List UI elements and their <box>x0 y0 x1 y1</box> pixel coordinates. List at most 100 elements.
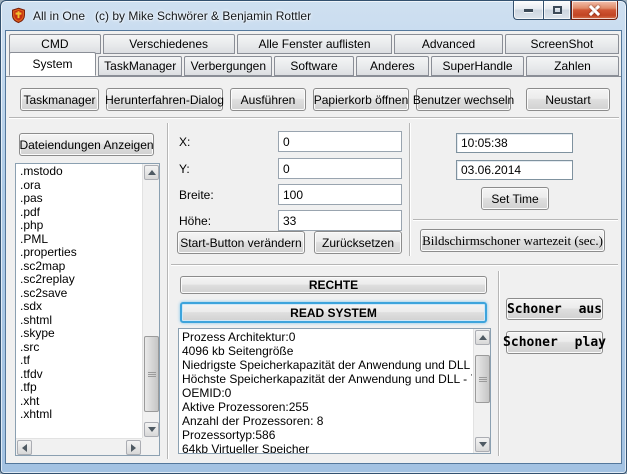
tab-system[interactable]: System <box>9 52 96 76</box>
output-vertical-scrollbar[interactable] <box>473 329 490 453</box>
change-start-button[interactable]: Start-Button verändern <box>177 231 305 254</box>
close-icon <box>589 5 600 16</box>
divider-right-column <box>498 271 499 456</box>
scroll-left-button[interactable] <box>17 440 32 455</box>
vertical-scrollbar[interactable] <box>142 164 159 438</box>
divider-time-panel <box>413 219 618 220</box>
rights-button[interactable]: RECHTE <box>180 276 487 294</box>
scroll-down-icon <box>479 442 487 451</box>
height-label: Höhe: <box>179 214 211 228</box>
output-scroll-up-button[interactable] <box>475 330 490 345</box>
output-line: Aktive Prozessoren:255 <box>182 400 472 414</box>
reset-button[interactable]: Zurücksetzen <box>314 231 402 254</box>
show-extensions-button[interactable]: Dateiendungen Anzeigen <box>19 133 154 156</box>
list-item[interactable]: .properties <box>20 246 142 260</box>
maximize-icon <box>553 6 562 14</box>
switch-user-button[interactable]: Benutzer wechseln <box>416 88 511 111</box>
scroll-up-button[interactable] <box>144 165 159 180</box>
list-item[interactable]: .ora <box>20 179 142 193</box>
list-item[interactable]: .mstodo <box>20 165 142 179</box>
x-label: X: <box>179 135 190 149</box>
restart-button[interactable]: Neustart <box>526 88 610 111</box>
output-line: Prozessortyp:586 <box>182 428 472 442</box>
list-item[interactable]: .PML <box>20 233 142 247</box>
minimize-button[interactable] <box>513 1 543 20</box>
tab-cmd[interactable]: CMD <box>9 34 101 54</box>
scroll-up-icon <box>479 331 487 340</box>
system-output[interactable]: Prozess Architektur:0 4096 kb Seitengröß… <box>178 328 491 454</box>
tab-taskmanager[interactable]: TaskManager <box>98 56 182 76</box>
list-item[interactable]: .tf <box>20 354 142 368</box>
tab-alle-fenster-auflisten[interactable]: Alle Fenster auflisten <box>237 34 393 54</box>
list-item[interactable]: .tfdv <box>20 368 142 382</box>
list-item[interactable]: .php <box>20 219 142 233</box>
output-line: Höchste Speicherkapazität der Anwendung … <box>182 372 472 386</box>
divider-left-column <box>167 123 168 459</box>
list-item[interactable]: .sc2save <box>20 287 142 301</box>
list-item[interactable]: .src <box>20 341 142 355</box>
list-item[interactable]: .pas <box>20 192 142 206</box>
maximize-button[interactable] <box>543 1 571 20</box>
width-label: Breite: <box>179 188 214 202</box>
close-button[interactable] <box>571 1 618 20</box>
output-line: Prozess Architektur:0 <box>182 330 472 344</box>
tab-software[interactable]: Software <box>274 56 353 76</box>
tab-strip-row2: System TaskManager Verbergungen Software… <box>9 56 619 76</box>
output-line: 4096 kb Seitengröße <box>182 344 472 358</box>
width-input[interactable] <box>278 184 402 205</box>
list-item[interactable]: .pdf <box>20 206 142 220</box>
screensaver-off-button[interactable]: Schoner aus <box>506 298 603 320</box>
window-title: All in One (c) by Mike Schwörer & Benjam… <box>33 9 311 23</box>
scroll-right-button[interactable] <box>126 440 141 455</box>
horizontal-scrollbar[interactable] <box>16 438 142 455</box>
screensaver-wait-button[interactable]: Bildschirmschoner wartezeit (sec.) <box>420 229 605 252</box>
divider-lower <box>171 264 618 265</box>
list-item[interactable]: .sdx <box>20 300 142 314</box>
divider-middle-column <box>409 123 410 256</box>
list-item[interactable]: .sc2replay <box>20 273 142 287</box>
shutdown-dialog-button[interactable]: Herunterfahren-Dialog <box>106 88 223 111</box>
output-scroll-down-button[interactable] <box>475 437 490 452</box>
height-input[interactable] <box>278 210 402 231</box>
extensions-listbox[interactable]: .mstodo .ora .pas .pdf .php .PML .proper… <box>15 163 160 456</box>
x-input[interactable] <box>278 131 402 152</box>
list-item[interactable]: .skype <box>20 327 142 341</box>
list-item[interactable]: .shtml <box>20 314 142 328</box>
run-button[interactable]: Ausführen <box>230 88 306 111</box>
scroll-left-icon <box>18 444 27 452</box>
thumb-grip-icon <box>148 372 156 377</box>
taskmanager-button[interactable]: Taskmanager <box>20 88 99 111</box>
screensaver-play-button[interactable]: Schoner play <box>506 331 603 354</box>
output-scrollbar-thumb[interactable] <box>475 355 490 403</box>
tab-page-border <box>6 76 621 77</box>
scrollbar-thumb[interactable] <box>144 336 159 412</box>
toolbar: Taskmanager Herunterfahren-Dialog Ausfüh… <box>20 88 613 111</box>
time-input[interactable] <box>456 133 573 153</box>
list-item[interactable]: .xht <box>20 395 142 409</box>
tab-advanced[interactable]: Advanced <box>394 34 502 54</box>
y-input[interactable] <box>278 158 402 179</box>
list-item[interactable]: .sc2map <box>20 260 142 274</box>
date-input[interactable] <box>456 160 573 180</box>
tab-zahlen[interactable]: Zahlen <box>526 56 619 76</box>
tab-screenshot[interactable]: ScreenShot <box>505 34 619 54</box>
recycle-bin-button[interactable]: Papierkorb öffnen <box>313 88 409 111</box>
app-icon <box>10 7 27 24</box>
window-controls <box>513 1 618 20</box>
set-time-button[interactable]: Set Time <box>481 187 549 210</box>
app-window: All in One (c) by Mike Schwörer & Benjam… <box>0 0 627 474</box>
scroll-right-icon <box>131 444 140 452</box>
tab-superhandle[interactable]: SuperHandle <box>431 56 524 76</box>
scroll-down-button[interactable] <box>144 422 159 437</box>
read-system-button[interactable]: READ SYSTEM <box>180 302 487 323</box>
client-area: CMD Verschiedenes Alle Fenster auflisten… <box>5 30 622 464</box>
thumb-grip-icon <box>479 377 487 382</box>
scroll-down-icon <box>148 427 156 436</box>
tab-verschiedenes[interactable]: Verschiedenes <box>103 34 235 54</box>
minimize-icon <box>524 9 533 12</box>
tab-verbergungen[interactable]: Verbergungen <box>184 56 272 76</box>
list-item[interactable]: .tfp <box>20 381 142 395</box>
list-item[interactable]: .xhtml <box>20 408 142 422</box>
tab-strip-row1: CMD Verschiedenes Alle Fenster auflisten… <box>9 34 619 54</box>
tab-anderes[interactable]: Anderes <box>356 56 429 76</box>
